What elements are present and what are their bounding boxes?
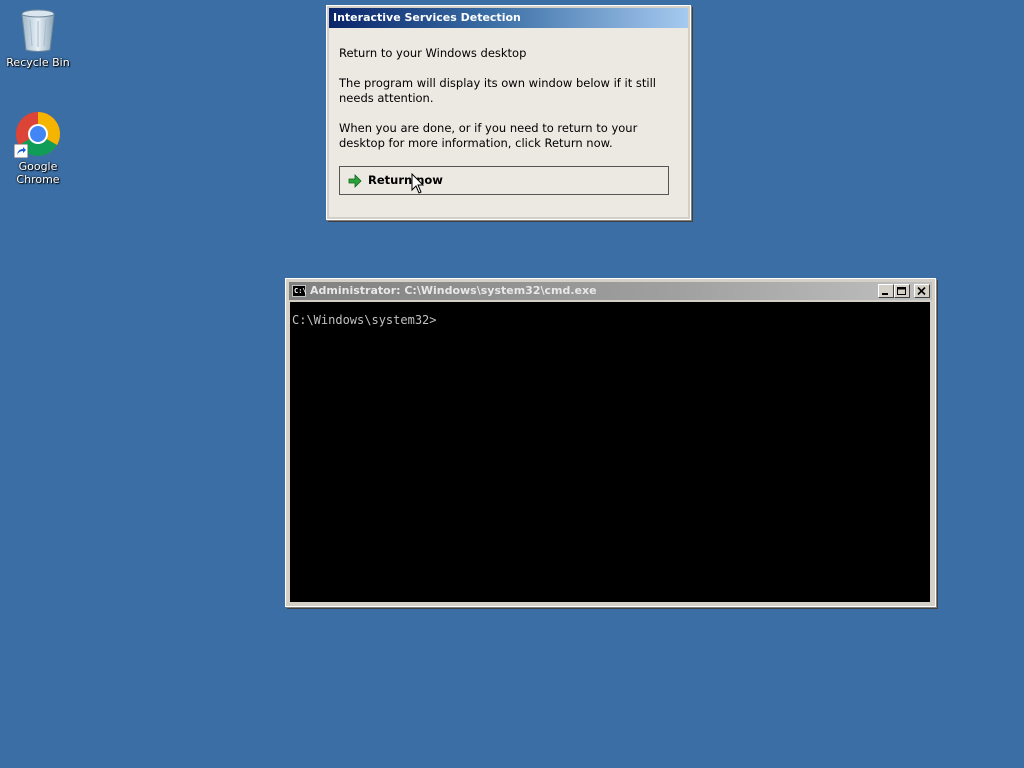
- close-icon: [917, 287, 926, 296]
- cmd-icon: C:\: [292, 285, 307, 297]
- minimize-icon: [882, 293, 888, 295]
- google-chrome-label: Google Chrome: [16, 160, 60, 186]
- green-arrow-icon: [348, 174, 362, 188]
- return-now-label: Return now: [368, 173, 443, 187]
- close-button[interactable]: [914, 284, 930, 298]
- desktop-icon-recycle-bin[interactable]: Recycle Bin: [0, 6, 76, 69]
- isd-dialog: Interactive Services Detection Return to…: [326, 5, 691, 220]
- recycle-bin-icon: [14, 6, 62, 54]
- minimize-button[interactable]: [878, 284, 894, 298]
- maximize-button[interactable]: [894, 284, 910, 298]
- cmd-title: Administrator: C:\Windows\system32\cmd.e…: [310, 284, 597, 297]
- maximize-icon: [897, 287, 906, 295]
- isd-heading: Return to your Windows desktop: [339, 46, 527, 60]
- cmd-console[interactable]: C:\Windows\system32>: [290, 302, 930, 602]
- isd-titlebar[interactable]: Interactive Services Detection: [329, 8, 688, 28]
- recycle-bin-label: Recycle Bin: [6, 56, 70, 69]
- shortcut-arrow-icon: [14, 144, 28, 158]
- cmd-window: C:\ Administrator: C:\Windows\system32\c…: [285, 278, 936, 607]
- cmd-prompt: C:\Windows\system32>: [292, 313, 437, 327]
- return-now-button[interactable]: Return now: [339, 166, 669, 195]
- chrome-icon: [14, 110, 62, 158]
- isd-paragraph-2: When you are done, or if you need to ret…: [339, 121, 638, 150]
- desktop-icon-google-chrome[interactable]: Google Chrome: [0, 110, 76, 186]
- cmd-titlebar[interactable]: C:\ Administrator: C:\Windows\system32\c…: [289, 282, 932, 300]
- isd-paragraph-1: The program will display its own window …: [339, 76, 656, 105]
